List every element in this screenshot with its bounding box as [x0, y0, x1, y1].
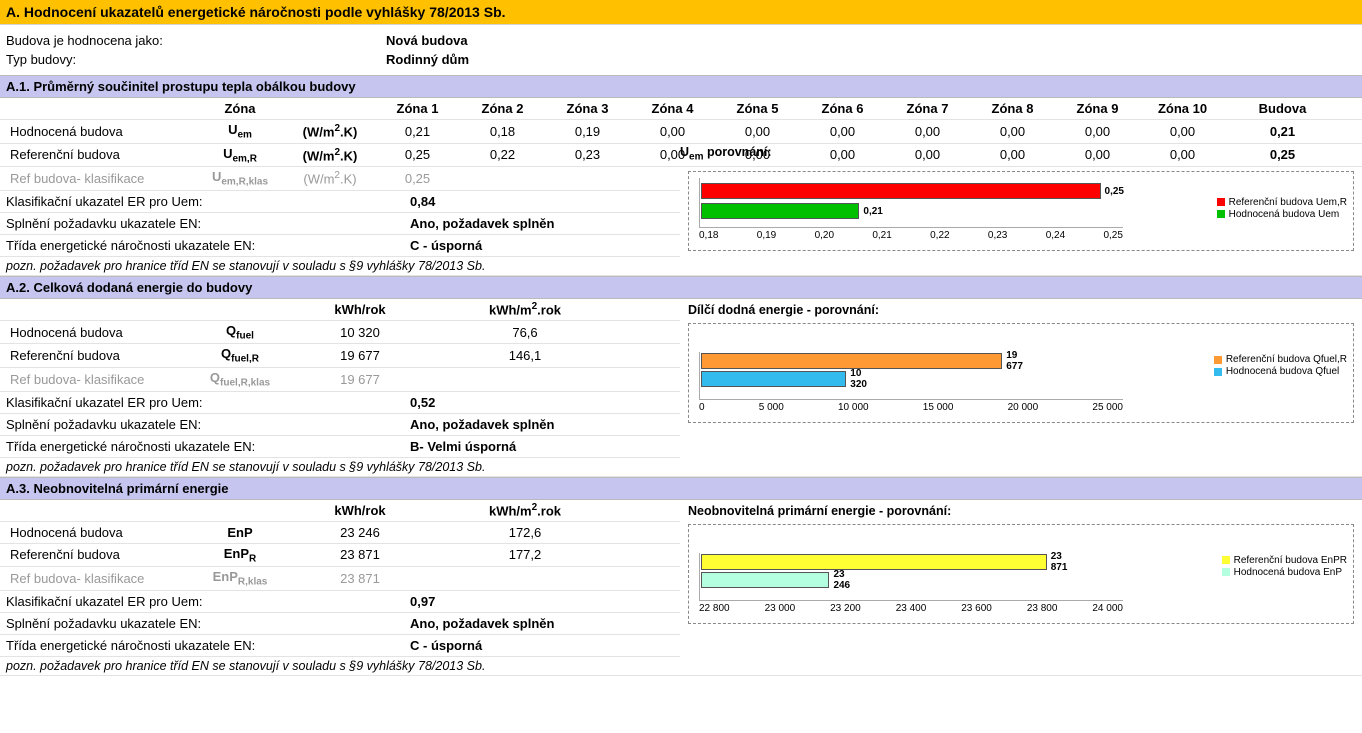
a1-row-klas: Ref budova- klasifikace Uem,R,klas (W/m2…	[0, 167, 680, 191]
a2-row-hod: Hodnocená budova Qfuel 10 320 76,6	[0, 321, 680, 345]
a2-chart-title: Dílčí dodná energie - porovnání:	[688, 303, 1354, 317]
a3-chart: 23 871 23 246 22 80023 00023 20023 40023…	[688, 524, 1354, 624]
a1-er: Klasifikační ukazatel ER pro Uem:0,84	[0, 191, 680, 213]
section-a-header: A. Hodnocení ukazatelů energetické nároč…	[0, 0, 1362, 25]
a3-row-hod: Hodnocená budova EnP 23 246 172,6	[0, 522, 680, 544]
a2-er: Klasifikační ukazatel ER pro Uem:0,52	[0, 392, 680, 414]
a2-note: pozn. požadavek pro hranice tříd EN se s…	[0, 458, 1362, 477]
eval-label: Budova je hodnocena jako:	[6, 33, 386, 48]
a3-row-klas: Ref budova- klasifikace EnPR,klas 23 871	[0, 567, 680, 591]
a3-row-ref: Referenční budova EnPR 23 871 177,2	[0, 544, 680, 568]
a2-splneni: Splnění požadavku ukazatele EN:Ano, poža…	[0, 414, 680, 436]
a2-row-klas: Ref budova- klasifikace Qfuel,R,klas 19 …	[0, 368, 680, 392]
type-label: Typ budovy:	[6, 52, 386, 67]
a1-chart: 0,25 0,21 0,180,190,200,210,220,230,240,…	[688, 171, 1354, 251]
a1-zone-header: Zóna Zóna 1Zóna 2Zóna 3Zóna 4Zóna 5Zóna …	[0, 98, 1362, 120]
type-value: Rodinný dům	[386, 52, 469, 67]
a3-chart-title: Neobnovitelná primární energie - porovná…	[688, 504, 1354, 518]
a1-trida: Třída energetické náročnosti ukazatele E…	[0, 235, 680, 257]
a3-splneni: Splnění požadavku ukazatele EN:Ano, poža…	[0, 613, 680, 635]
a2-header: A.2. Celková dodaná energie do budovy	[0, 276, 1362, 299]
a2-row-ref: Referenční budova Qfuel,R 19 677 146,1	[0, 344, 680, 368]
eval-value: Nová budova	[386, 33, 468, 48]
a3-note: pozn. požadavek pro hranice tříd EN se s…	[0, 657, 1362, 676]
a1-splneni: Splnění požadavku ukazatele EN:Ano, poža…	[0, 213, 680, 235]
a3-er: Klasifikační ukazatel ER pro Uem:0,97	[0, 591, 680, 613]
a1-note: pozn. požadavek pro hranice tříd EN se s…	[0, 257, 1362, 276]
a3-header: A.3. Neobnovitelná primární energie	[0, 477, 1362, 500]
a1-header: A.1. Průměrný součinitel prostupu tepla …	[0, 75, 1362, 98]
a3-trida: Třída energetické náročnosti ukazatele E…	[0, 635, 680, 657]
a2-trida: Třída energetické náročnosti ukazatele E…	[0, 436, 680, 458]
a2-chart: 19 677 10 320 05 00010 00015 00020 00025…	[688, 323, 1354, 423]
a3-col-hdr: kWh/rok kWh/m2.rok	[0, 500, 680, 522]
a2-col-hdr: kWh/rok kWh/m2.rok	[0, 299, 680, 321]
a1-row-hod: Hodnocená budova Uem (W/m2.K) 0,210,180,…	[0, 120, 1362, 144]
